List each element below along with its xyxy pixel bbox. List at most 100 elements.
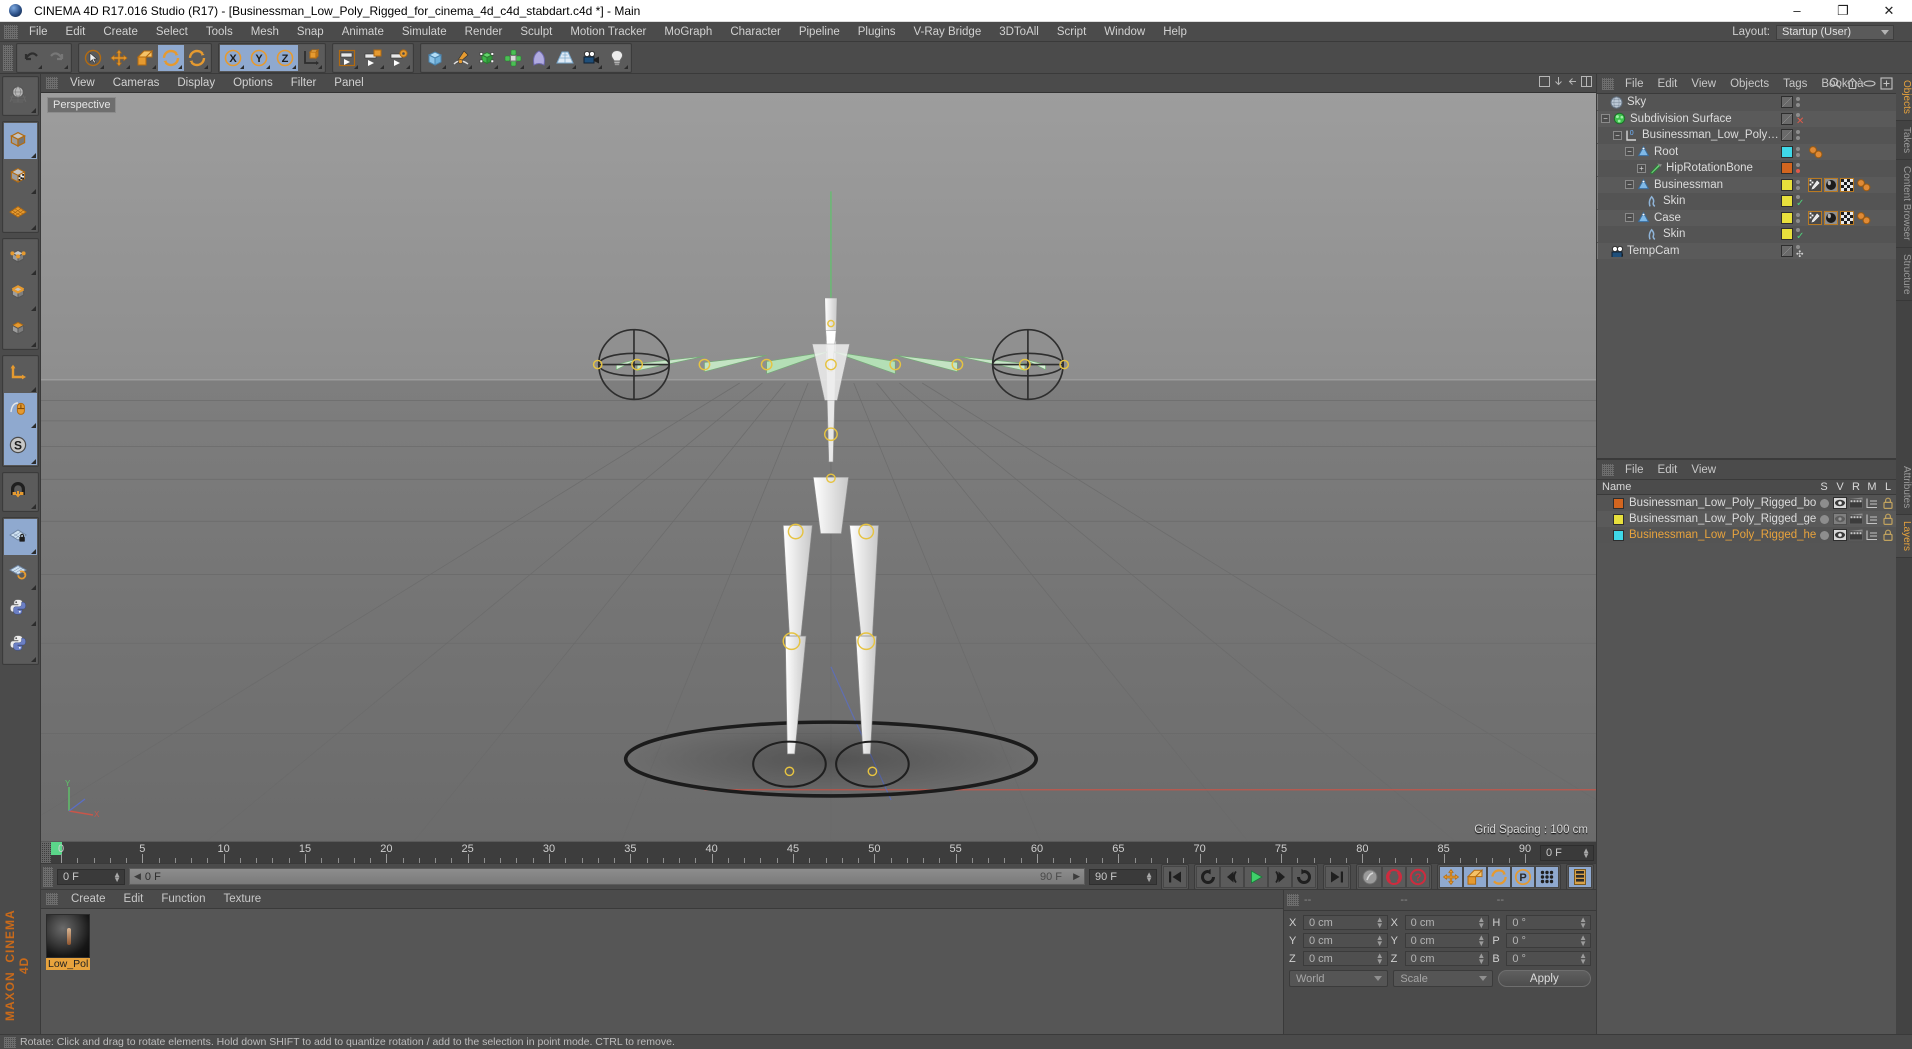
layer-color-chip[interactable] [1781,195,1793,208]
layer-solo-toggle[interactable] [1816,498,1832,508]
collapse-toggle[interactable]: − [1601,114,1610,124]
spinner-icon[interactable]: ▲ ▼ [1477,916,1485,930]
viewport-arrow-left-icon[interactable] [1567,76,1578,87]
object-tree-row[interactable]: − Businessman [1597,176,1896,193]
visibility-dots[interactable]: ✕ [1796,112,1804,126]
generator-button[interactable] [474,44,500,71]
layer-column-header-m[interactable]: M [1864,481,1880,493]
menu-item-render[interactable]: Render [456,22,512,42]
rotate-button[interactable] [158,44,184,71]
layer-sphere-icon[interactable] [1808,145,1824,159]
spinner-icon[interactable]: ▲ ▼ [1376,934,1384,948]
frame-max-field[interactable]: 90 F ▲ ▼ [1089,868,1157,885]
viewport-menu-filter[interactable]: Filter [282,74,326,93]
object-tree-row[interactable]: Sky [1597,94,1896,111]
workplane-button[interactable] [3,195,37,231]
rotation-key-button[interactable] [1487,865,1511,888]
object-tree-row[interactable]: Skin ✓ [1597,193,1896,210]
layer-table-rows[interactable]: Businessman_Low_Poly_Rigged_bones Busines… [1597,495,1896,1034]
weight-icon[interactable] [1808,210,1822,225]
spinner-icon[interactable]: ▲ ▼ [1376,952,1384,966]
object-menu-view[interactable]: View [1684,74,1723,94]
spinner-icon[interactable]: ▲ ▼ [1145,870,1153,883]
slider-right-handle-icon[interactable]: ▶ [1073,871,1080,882]
go-to-end-button[interactable] [1325,865,1349,888]
planar-workplane-button[interactable] [3,555,37,591]
python-button-1[interactable] [3,591,37,627]
material-icon[interactable] [1824,177,1838,192]
coordinate-rotation-field[interactable]: 0 ° ▲ ▼ [1506,915,1592,930]
close-button[interactable]: ✕ [1866,0,1912,22]
viewport-arrow-down-icon[interactable] [1553,76,1564,87]
menu-item-snap[interactable]: Snap [288,22,333,42]
object-tree-row[interactable]: − Root [1597,143,1896,160]
visibility-dots[interactable] [1796,97,1801,108]
new-window-icon[interactable] [1880,77,1893,90]
menu-item-motion-tracker[interactable]: Motion Tracker [561,22,655,42]
weight-icon[interactable] [1808,177,1822,192]
point-mode-button[interactable] [3,240,37,276]
timeline-toggle-button[interactable] [1568,865,1592,888]
layer-color-chip[interactable] [1781,244,1793,257]
object-tree-row[interactable]: − Case [1597,209,1896,226]
tab-objects[interactable]: Objects [1896,74,1912,121]
timeline-frame-field[interactable]: 0 F ▲ ▼ [1540,844,1594,861]
play-button[interactable] [1244,865,1268,888]
layer-color-chip[interactable] [1781,145,1793,158]
coordinate-size-field[interactable]: 0 cm ▲ ▼ [1404,933,1490,948]
spinner-icon[interactable]: ▲ ▼ [1477,934,1485,948]
viewport-menu-cameras[interactable]: Cameras [104,74,169,93]
object-tree-row[interactable]: TempCam ✣ [1597,242,1896,259]
maximize-button[interactable]: ❐ [1820,0,1866,22]
layer-column-header-name[interactable]: Name [1597,481,1816,493]
layer-row[interactable]: Businessman_Low_Poly_Rigged_geometry [1597,511,1896,527]
make-editable-button[interactable] [3,78,37,114]
material-menu-function[interactable]: Function [152,890,214,909]
y-axis-button[interactable]: Y [246,44,272,71]
coordinate-size-field[interactable]: 0 cm ▲ ▼ [1404,951,1490,966]
menu-item-character[interactable]: Character [721,22,790,42]
layer-column-header-s[interactable]: S [1816,481,1832,493]
layout-dropdown[interactable]: Startup (User) [1776,24,1894,40]
timeline-ruler[interactable]: 0 5 10 15 20 25 30 35 40 45 50 55 60 65 70 75 80 85 90 [51,842,1536,863]
menu-item-window[interactable]: Window [1095,22,1154,42]
live-selection-button[interactable] [80,44,106,71]
menu-item-edit[interactable]: Edit [57,22,95,42]
object-tree-row[interactable]: + HipRotationBone [1597,160,1896,177]
visibility-dots[interactable]: ✣ [1796,244,1804,258]
object-manager-grip-handle[interactable] [1602,77,1614,90]
python-button-2[interactable] [3,627,37,663]
visibility-dots[interactable] [1796,212,1801,223]
uv-icon[interactable] [1840,210,1854,225]
viewport-panel-icon[interactable] [1581,76,1592,87]
expand-toggle[interactable]: + [1637,163,1646,173]
layer-visible-toggle[interactable] [1832,513,1848,525]
layer-sphere-icon[interactable] [1856,178,1872,192]
redo-button[interactable] [44,44,70,71]
step-forward-button[interactable] [1268,865,1292,888]
layer-lock-toggle[interactable] [1880,497,1896,509]
parameter-key-button[interactable]: P [1511,865,1535,888]
spinner-icon[interactable]: ▲ ▼ [1477,952,1485,966]
layer-color-chip[interactable] [1613,513,1624,525]
viewport-menu-display[interactable]: Display [168,74,224,93]
layer-menu-file[interactable]: File [1618,460,1651,480]
material-swatch[interactable]: Low_Pol [46,914,90,970]
layer-color-chip[interactable] [1781,129,1793,142]
scale-button[interactable] [132,44,158,71]
menu-item-simulate[interactable]: Simulate [393,22,456,42]
layer-menu-view[interactable]: View [1684,460,1723,480]
tab-layers[interactable]: Layers [1896,515,1912,559]
spline-pen-button[interactable] [448,44,474,71]
collapse-toggle[interactable]: − [1625,147,1634,157]
menu-item-select[interactable]: Select [147,22,197,42]
frame-min-field[interactable]: 0 F ▲ ▼ [57,868,125,885]
tab-structure[interactable]: Structure [1896,248,1912,302]
layer-render-toggle[interactable] [1848,529,1864,541]
edge-mode-button[interactable] [3,276,37,312]
visibility-dots[interactable] [1796,179,1801,190]
menu-item-v-ray-bridge[interactable]: V-Ray Bridge [904,22,990,42]
timeline-grip-handle[interactable] [41,842,51,863]
object-menu-tags[interactable]: Tags [1776,74,1814,94]
polygon-mode-button[interactable] [3,312,37,348]
